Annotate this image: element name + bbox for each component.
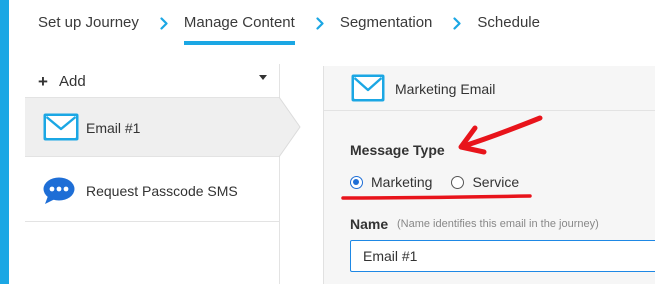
envelope-icon bbox=[42, 112, 80, 147]
plus-icon: + bbox=[38, 72, 48, 91]
radio-marketing-label[interactable]: Marketing bbox=[371, 174, 432, 190]
chevron-right-icon bbox=[446, 13, 468, 33]
message-type-label: Message Type bbox=[350, 142, 445, 158]
chat-bubble-icon bbox=[42, 176, 76, 211]
message-type-radio-group: Marketing Service bbox=[350, 172, 538, 192]
editor-title: Marketing Email bbox=[395, 81, 496, 97]
caret-down-icon bbox=[259, 75, 267, 80]
name-label: Name bbox=[350, 216, 389, 232]
editor-header: Marketing Email bbox=[324, 66, 655, 111]
chevron-right-icon bbox=[309, 13, 331, 33]
add-label: Add bbox=[59, 73, 86, 90]
list-item-label: Email #1 bbox=[86, 120, 141, 136]
radio-service[interactable] bbox=[451, 175, 465, 189]
step-schedule[interactable]: Schedule bbox=[477, 13, 540, 33]
envelope-icon bbox=[350, 73, 386, 108]
content-list-panel: + Add Email #1 Request Passcode SMS bbox=[25, 64, 301, 284]
name-input[interactable] bbox=[350, 240, 655, 272]
name-hint: (Name identifies this email in the journ… bbox=[397, 218, 599, 230]
list-item-request-passcode-sms[interactable]: Request Passcode SMS bbox=[25, 157, 280, 222]
left-accent-bar bbox=[0, 0, 9, 284]
list-item-label: Request Passcode SMS bbox=[86, 183, 238, 199]
email-editor-panel: Marketing Email Message Type Marketing S… bbox=[323, 66, 655, 284]
radio-marketing[interactable] bbox=[350, 175, 363, 189]
add-content-dropdown[interactable]: + Add bbox=[25, 64, 280, 97]
step-manage-content[interactable]: Manage Content bbox=[183, 13, 295, 45]
radio-service-label[interactable]: Service bbox=[472, 174, 519, 190]
step-set-up-journey[interactable]: Set up Journey bbox=[38, 13, 139, 33]
selected-pointer bbox=[279, 96, 301, 158]
list-item-email-1[interactable]: Email #1 bbox=[25, 97, 280, 157]
chevron-right-icon bbox=[153, 13, 175, 33]
step-segmentation[interactable]: Segmentation bbox=[340, 13, 433, 33]
journey-stepper: Set up Journey Manage Content Segmentati… bbox=[38, 0, 540, 46]
